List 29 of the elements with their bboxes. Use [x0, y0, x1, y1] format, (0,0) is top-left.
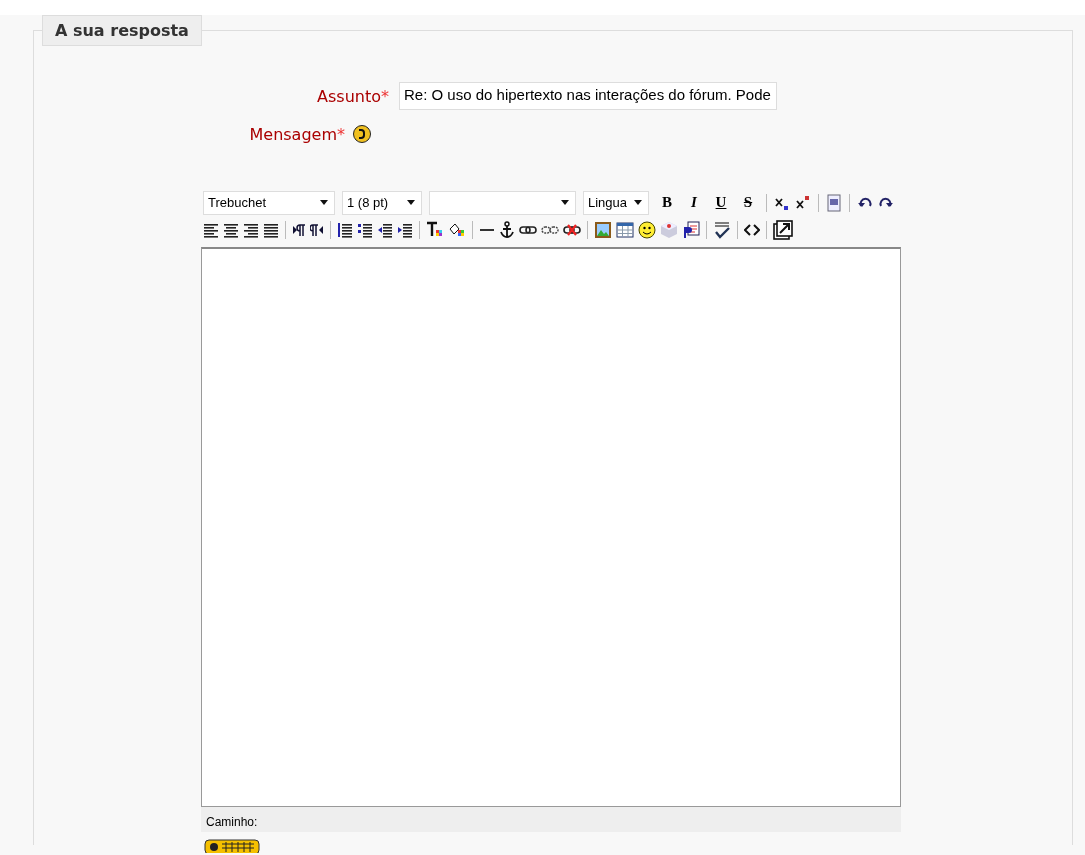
required-mark: * [381, 86, 389, 106]
required-mark: * [337, 124, 345, 144]
image-icon[interactable] [594, 220, 612, 239]
caret-icon [320, 200, 328, 205]
dropdown[interactable]: Trebuchet [203, 190, 335, 215]
caret-icon [561, 200, 569, 205]
spellcheck-icon[interactable] [713, 220, 731, 239]
fullscreen-icon[interactable] [773, 219, 793, 240]
bold-button[interactable]: B [658, 194, 676, 211]
strike-button[interactable]: S [739, 194, 757, 211]
underline-button[interactable]: U [712, 194, 730, 211]
section-legend: A sua resposta [42, 15, 202, 46]
field-label: Assunto [317, 86, 381, 106]
anchor-icon[interactable] [499, 220, 515, 239]
dropdown[interactable]: Lingua [583, 190, 649, 215]
caret-icon [634, 200, 642, 205]
paste-document-icon[interactable] [682, 220, 700, 239]
cube-icon[interactable] [660, 220, 678, 239]
field-label: Mensagem [249, 124, 337, 144]
document-icon[interactable] [826, 193, 842, 212]
smiley-icon[interactable] [638, 220, 656, 239]
numbered-list-icon[interactable] [337, 220, 353, 239]
text-color-icon[interactable] [426, 220, 444, 239]
path-label: Caminho: [206, 815, 258, 829]
subject-field[interactable]: Re: O uso do hipertexto nas interações do fórum. Pode [399, 82, 777, 110]
italic-button[interactable]: I [685, 194, 703, 211]
caret-icon [407, 200, 415, 205]
table-icon[interactable] [616, 220, 634, 239]
dropdown[interactable]: 1 (8 pt) [342, 190, 422, 215]
